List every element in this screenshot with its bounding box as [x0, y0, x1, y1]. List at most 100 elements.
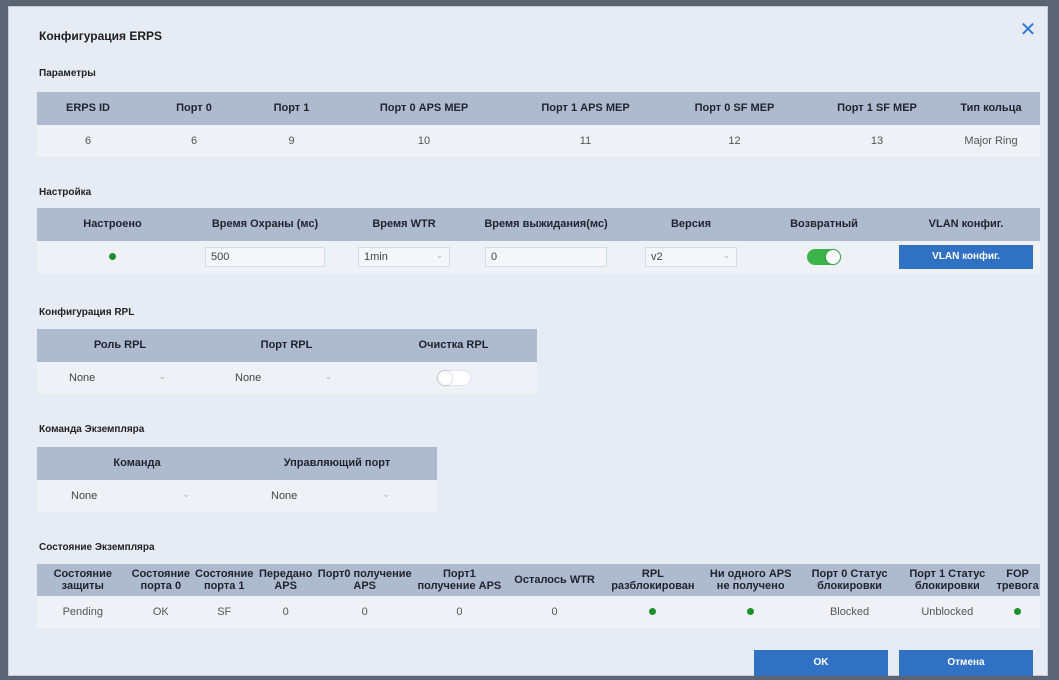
chevron-down-icon: ⌄	[182, 489, 190, 499]
table-header-row: Команда Управляющий порт	[37, 447, 437, 480]
control-port-value: None	[271, 490, 298, 502]
table-row: Pending OK SF 0 0 0 0 Blocked Unblocked	[37, 596, 1040, 628]
close-icon[interactable]: ✕	[1017, 19, 1039, 41]
chevron-down-icon: ⌄	[722, 250, 730, 260]
cancel-button[interactable]: Отмена	[899, 650, 1033, 676]
revertive-toggle[interactable]	[807, 249, 841, 265]
ok-button[interactable]: OK	[754, 650, 888, 676]
col-rpl-role: Роль RPL	[37, 329, 203, 362]
col-ring-type: Тип кольца	[942, 92, 1040, 125]
tx-aps-value: 0	[255, 596, 316, 628]
table-row: 6 6 9 10 11 12 13 Major Ring	[37, 125, 1040, 157]
col-erps-id: ERPS ID	[37, 92, 139, 125]
rpl-role-select[interactable]: None ⌄	[63, 368, 173, 388]
command-table: Команда Управляющий порт None ⌄ None ⌄	[37, 447, 437, 512]
col-wtr-remaining: Осталось WTR	[505, 564, 604, 596]
port0-aps-mep-value: 10	[334, 125, 514, 157]
port0-rx-aps-value: 0	[315, 596, 414, 628]
holdoff-time-input[interactable]: 0	[485, 247, 607, 267]
wtr-remaining-value: 0	[505, 596, 604, 628]
rpl-port-select[interactable]: None ⌄	[229, 368, 339, 388]
guard-time-input[interactable]: 500	[205, 247, 325, 267]
col-control-port: Управляющий порт	[237, 447, 437, 480]
toggle-knob	[826, 250, 840, 264]
state-section-title: Состояние Экземпляра	[39, 542, 155, 553]
fop-alarm-status-icon	[1014, 608, 1022, 615]
col-guard-time: Время Охраны (мс)	[188, 208, 342, 241]
col-configured: Настроено	[37, 208, 188, 241]
params-table: ERPS ID Порт 0 Порт 1 Порт 0 APS MEP Пор…	[37, 92, 1040, 157]
port1-sf-mep-value: 13	[812, 125, 942, 157]
col-port1: Порт 1	[249, 92, 334, 125]
port0-state-value: OK	[128, 596, 194, 628]
col-command: Команда	[37, 447, 237, 480]
table-header-row: Настроено Время Охраны (мс) Время WTR Вр…	[37, 208, 1040, 241]
control-port-select[interactable]: None ⌄	[265, 486, 397, 506]
col-port0-rx-aps: Порт0 получение APS	[315, 564, 414, 596]
col-port1-block-status: Порт 1 Статус блокировки	[899, 564, 996, 596]
params-section-title: Параметры	[39, 68, 96, 79]
rpl-unblocked-status-icon	[649, 608, 657, 615]
port0-value: 6	[139, 125, 249, 157]
ring-type-value: Major Ring	[942, 125, 1040, 157]
command-value: None	[71, 490, 98, 502]
wtr-time-value: 1min	[364, 251, 388, 263]
table-row: 500 1min ⌄ 0 v2 ⌄ VLAN конфиг.	[37, 241, 1040, 273]
port1-block-value: Unblocked	[899, 596, 996, 628]
erps-config-dialog: Конфигурация ERPS ✕ Параметры ERPS ID По…	[8, 6, 1048, 676]
table-header-row: Состояние защиты Состояние порта 0 Состо…	[37, 564, 1040, 596]
col-rpl-clear: Очистка RPL	[370, 329, 537, 362]
col-rpl-port: Порт RPL	[203, 329, 370, 362]
toggle-knob	[437, 371, 452, 385]
rpl-role-value: None	[69, 372, 96, 384]
col-port1-rx-aps: Порт1 получение APS	[413, 564, 506, 596]
col-port0-sf-mep: Порт 0 SF MEP	[657, 92, 812, 125]
version-value: v2	[651, 251, 663, 263]
chevron-down-icon: ⌄	[324, 371, 332, 381]
vlan-config-button[interactable]: VLAN конфиг.	[899, 245, 1033, 269]
port1-value: 9	[249, 125, 334, 157]
col-revertive: Возвратный	[756, 208, 892, 241]
table-header-row: ERPS ID Порт 0 Порт 1 Порт 0 APS MEP Пор…	[37, 92, 1040, 125]
col-fop-alarm: FOP тревога	[995, 564, 1040, 596]
col-vlan-config: VLAN конфиг.	[892, 208, 1040, 241]
col-port0-aps-mep: Порт 0 APS MEP	[334, 92, 514, 125]
port1-state-value: SF	[193, 596, 256, 628]
command-section-title: Команда Экземпляра	[39, 424, 145, 435]
port1-aps-mep-value: 11	[514, 125, 657, 157]
rpl-port-value: None	[235, 372, 262, 384]
col-rpl-unblocked: RPL разблокирован	[603, 564, 702, 596]
setup-section-title: Настройка	[39, 187, 92, 198]
dialog-title: Конфигурация ERPS	[39, 29, 163, 43]
col-port0-block-status: Порт 0 Статус блокировки	[799, 564, 900, 596]
state-table: Состояние защиты Состояние порта 0 Состо…	[37, 564, 1040, 628]
port0-sf-mep-value: 12	[657, 125, 812, 157]
table-row: None ⌄ None ⌄	[37, 362, 537, 394]
col-no-aps-received: Ни одного APS не получено	[701, 564, 800, 596]
version-select[interactable]: v2 ⌄	[645, 247, 737, 267]
erps-id-value: 6	[37, 125, 139, 157]
port0-block-value: Blocked	[799, 596, 900, 628]
chevron-down-icon: ⌄	[158, 371, 166, 381]
col-port1-aps-mep: Порт 1 APS MEP	[514, 92, 657, 125]
col-port1-state: Состояние порта 1	[193, 564, 256, 596]
protection-state-value: Pending	[37, 596, 129, 628]
table-header-row: Роль RPL Порт RPL Очистка RPL	[37, 329, 537, 362]
no-aps-status-icon	[747, 608, 755, 615]
command-select[interactable]: None ⌄	[65, 486, 197, 506]
col-version: Версия	[626, 208, 756, 241]
setup-table: Настроено Время Охраны (мс) Время WTR Вр…	[37, 208, 1040, 273]
configured-status-icon	[109, 253, 116, 260]
col-wtr-time: Время WTR	[342, 208, 466, 241]
col-tx-aps: Передано APS	[255, 564, 316, 596]
chevron-down-icon: ⌄	[435, 250, 443, 260]
col-holdoff-time: Время выжидания(мс)	[466, 208, 626, 241]
rpl-table: Роль RPL Порт RPL Очистка RPL None ⌄ None…	[37, 329, 537, 394]
port1-rx-aps-value: 0	[413, 596, 506, 628]
table-row: None ⌄ None ⌄	[37, 480, 437, 512]
chevron-down-icon: ⌄	[382, 489, 390, 499]
wtr-time-select[interactable]: 1min ⌄	[358, 247, 450, 267]
rpl-clear-toggle[interactable]	[436, 370, 471, 386]
col-port0-state: Состояние порта 0	[128, 564, 194, 596]
col-port0: Порт 0	[139, 92, 249, 125]
